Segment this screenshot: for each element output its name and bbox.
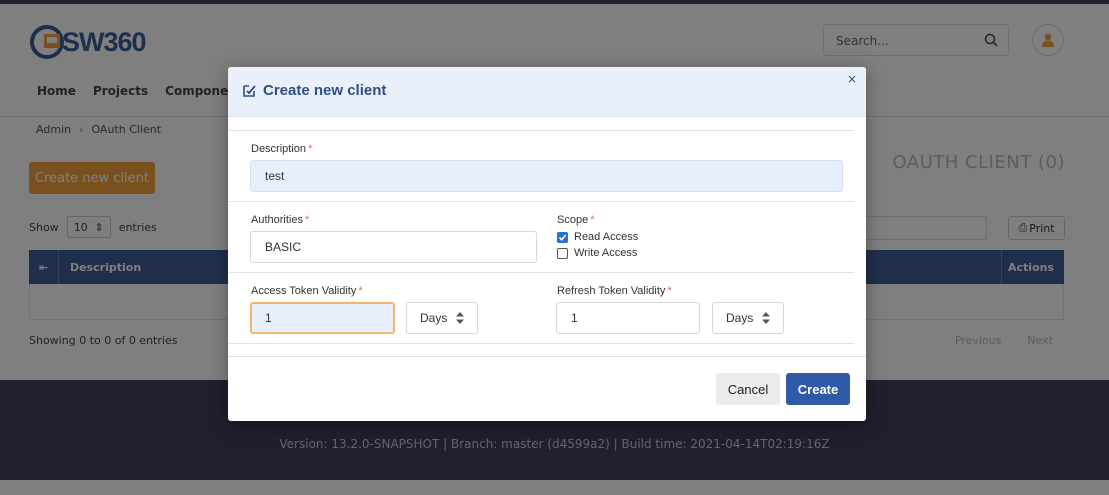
access-token-label-text: Access Token Validity: [251, 285, 357, 297]
close-icon[interactable]: ×: [847, 72, 857, 86]
checkbox-unchecked-icon[interactable]: [557, 247, 568, 259]
write-access-label[interactable]: Write Access: [574, 247, 637, 259]
description-label-text: Description: [251, 143, 307, 155]
access-token-input[interactable]: 1: [250, 302, 395, 334]
divider: [228, 201, 854, 202]
description-input[interactable]: test: [250, 160, 843, 192]
refresh-token-input[interactable]: 1: [556, 302, 700, 334]
divider: [228, 272, 854, 273]
read-access-checkbox[interactable]: Read Access: [557, 231, 638, 243]
required-mark: *: [667, 285, 672, 297]
select-arrows-icon: [762, 312, 770, 324]
divider: [228, 130, 854, 131]
edit-icon: [243, 85, 256, 97]
cancel-button[interactable]: Cancel: [716, 373, 780, 405]
description-label: Description *: [251, 143, 312, 155]
divider: [228, 343, 854, 344]
dialog-title: Create new client: [242, 82, 386, 99]
required-mark: *: [358, 285, 363, 297]
read-access-label[interactable]: Read Access: [574, 231, 638, 243]
create-client-dialog: Create new client × Description * test Au…: [228, 67, 866, 421]
checkbox-checked-icon[interactable]: [557, 231, 568, 243]
refresh-token-label: Refresh Token Validity *: [557, 285, 672, 297]
refresh-token-unit-select[interactable]: Days: [712, 302, 784, 334]
authorities-input[interactable]: BASIC: [250, 231, 537, 263]
write-access-checkbox[interactable]: Write Access: [557, 247, 637, 259]
refresh-token-label-text: Refresh Token Validity: [557, 285, 666, 297]
required-mark: *: [590, 214, 595, 226]
footer-divider: [228, 356, 866, 357]
access-token-label: Access Token Validity *: [251, 285, 363, 297]
select-arrows-icon: [456, 312, 464, 324]
required-mark: *: [304, 214, 310, 226]
access-token-unit-select[interactable]: Days: [406, 302, 478, 334]
create-button[interactable]: Create: [786, 373, 850, 405]
dialog-title-text: Create new client: [263, 82, 387, 99]
scope-label-text: Scope: [557, 214, 589, 226]
scope-label: Scope *: [557, 214, 594, 226]
authorities-label: Authorities *: [251, 214, 309, 226]
dialog-header: Create new client ×: [228, 67, 866, 117]
required-mark: *: [308, 143, 313, 155]
access-token-unit: Days: [420, 311, 448, 325]
authorities-label-text: Authorities: [251, 214, 303, 226]
refresh-token-unit: Days: [726, 311, 754, 325]
